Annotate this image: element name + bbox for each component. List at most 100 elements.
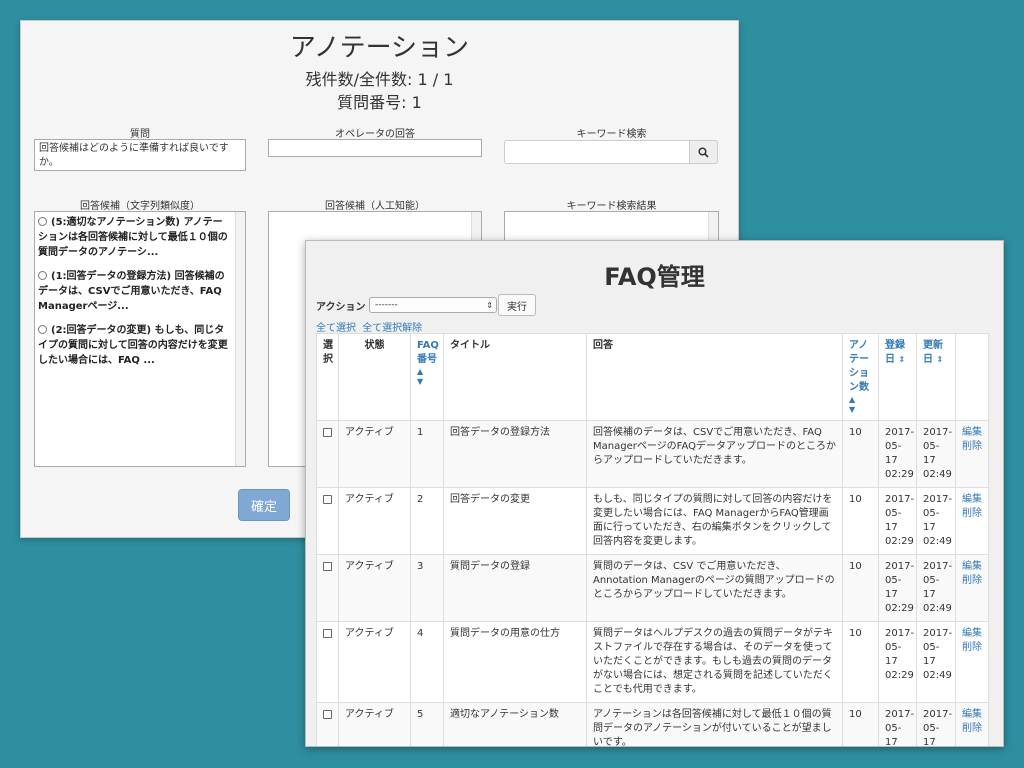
action-selected-value: ------- bbox=[375, 300, 398, 310]
registered-cell: 2017-05-17 02:29 bbox=[878, 554, 917, 622]
answer-cell: アノテーションは各回答候補に対して最低１０個の質問データのアノテーションが付いて… bbox=[586, 702, 843, 746]
table-row: アクティブ 5 適切なアノテーション数 アノテーションは各回答候補に対して最低１… bbox=[316, 702, 989, 746]
updated-cell: 2017-05-17 02:49 bbox=[916, 420, 956, 488]
status-cell: アクティブ bbox=[338, 420, 411, 488]
faq-number-cell: 5 bbox=[410, 702, 444, 746]
confirm-button[interactable]: 確定 bbox=[238, 489, 290, 521]
col-actions bbox=[955, 333, 989, 421]
edit-link[interactable]: 編集 bbox=[962, 560, 982, 574]
status-cell: アクティブ bbox=[338, 702, 411, 746]
radio-button[interactable] bbox=[38, 325, 47, 334]
faq-number-cell: 1 bbox=[410, 420, 444, 488]
candidate-option[interactable]: (2:回答データの変更) もしも、同じタイプの質問に対して回答の内容だけを変更し… bbox=[38, 323, 231, 368]
radio-button[interactable] bbox=[38, 271, 47, 280]
radio-button[interactable] bbox=[38, 217, 47, 226]
answer-cell: 回答候補のデータは、CSVでご用意いただき、FAQ ManagerページのFAQ… bbox=[586, 420, 843, 488]
registered-cell: 2017-05-17 02:29 bbox=[878, 420, 917, 488]
candidate-text: (2:回答データの変更) もしも、同じタイプの質問に対して回答の内容だけを変更し… bbox=[38, 325, 228, 366]
faq-window: FAQ管理 アクション ------- ⇕ 実行 全て選択 全て選択解除 選択 … bbox=[305, 240, 1004, 747]
sort-icon: ⇕ bbox=[936, 355, 944, 364]
search-icon bbox=[698, 146, 709, 158]
status-cell: アクティブ bbox=[338, 621, 411, 703]
table-row: アクティブ 2 回答データの変更 もしも、同じタイプの質問に対して回答の内容だけ… bbox=[316, 487, 989, 555]
table-header: 選択 状態 FAQ番号 ▲ ▼ タイトル 回答 アノテーション数 ▲ ▼ 登録日 ⇕ 更… bbox=[316, 333, 989, 421]
question-number: 質問番号: 1 bbox=[337, 93, 422, 112]
updated-cell: 2017-05-17 02:49 bbox=[916, 554, 956, 622]
col-faq-number[interactable]: FAQ番号 ▲ ▼ bbox=[410, 333, 444, 421]
title-cell: 質問データの用意の仕方 bbox=[443, 621, 587, 703]
status-cell: アクティブ bbox=[338, 487, 411, 555]
count-cell: 10 bbox=[842, 487, 879, 555]
candidate-option[interactable]: (5:適切なアノテーション数) アノテーションは各回答候補に対して最低１０個の質… bbox=[38, 215, 231, 260]
updated-cell: 2017-05-17 02:49 bbox=[916, 487, 956, 555]
col-updated-date[interactable]: 更新日 ⇕ bbox=[916, 333, 956, 421]
faq-number-cell: 4 bbox=[410, 621, 444, 703]
col-annotation-count-label: アノテーション数 bbox=[849, 340, 869, 393]
question-text: 回答候補はどのように準備すれば良いですか。 bbox=[34, 139, 246, 171]
delete-link[interactable]: 削除 bbox=[962, 440, 982, 454]
answer-cell: 質問データはヘルプデスクの過去の質問データがテキストファイルで存在する場合は、そ… bbox=[586, 621, 843, 703]
title-cell: 回答データの登録方法 bbox=[443, 420, 587, 488]
edit-link[interactable]: 編集 bbox=[962, 426, 982, 440]
scrollbar[interactable] bbox=[235, 212, 245, 466]
updown-arrows-icon: ⇕ bbox=[486, 301, 493, 310]
sort-icon: ▲ ▼ bbox=[849, 395, 856, 414]
answer-cell: 質問のデータは、CSV でご用意いただき、Annotation Managerの… bbox=[586, 554, 843, 622]
col-faq-number-label: FAQ番号 bbox=[417, 340, 439, 365]
question-label: 質問 bbox=[130, 129, 150, 140]
table-row: アクティブ 1 回答データの登録方法 回答候補のデータは、CSVでご用意いただき… bbox=[316, 420, 989, 488]
operator-answer-input[interactable] bbox=[268, 139, 482, 157]
candidate-text: (5:適切なアノテーション数) アノテーションは各回答候補に対して最低１０個の質… bbox=[38, 217, 228, 258]
faq-title: FAQ管理 bbox=[604, 263, 705, 291]
edit-link[interactable]: 編集 bbox=[962, 627, 982, 641]
run-button[interactable]: 実行 bbox=[498, 294, 536, 316]
table-row: アクティブ 3 質問データの登録 質問のデータは、CSV でご用意いただき、An… bbox=[316, 554, 989, 622]
row-checkbox[interactable] bbox=[323, 428, 332, 437]
col-title: タイトル bbox=[443, 333, 587, 421]
title-cell: 適切なアノテーション数 bbox=[443, 702, 587, 746]
annotation-title: アノテーション bbox=[289, 33, 470, 63]
candidate-option[interactable]: (1:回答データの登録方法) 回答候補のデータは、CSVでご用意いただき、FAQ… bbox=[38, 269, 231, 314]
col-select: 選択 bbox=[316, 333, 339, 421]
answer-cell: もしも、同じタイプの質問に対して回答の内容だけを変更したい場合には、FAQ Ma… bbox=[586, 487, 843, 555]
col-answer: 回答 bbox=[586, 333, 843, 421]
delete-link[interactable]: 削除 bbox=[962, 574, 982, 588]
candidates-list[interactable]: (5:適切なアノテーション数) アノテーションは各回答候補に対して最低１０個の質… bbox=[34, 211, 246, 467]
col-annotation-count[interactable]: アノテーション数 ▲ ▼ bbox=[842, 333, 879, 421]
action-select[interactable]: ------- ⇕ bbox=[369, 297, 497, 313]
count-cell: 10 bbox=[842, 420, 879, 488]
delete-link[interactable]: 削除 bbox=[962, 722, 982, 736]
remaining-count: 残件数/全件数: 1 / 1 bbox=[305, 70, 454, 89]
faq-number-cell: 3 bbox=[410, 554, 444, 622]
delete-link[interactable]: 削除 bbox=[962, 641, 982, 655]
row-checkbox[interactable] bbox=[323, 562, 332, 571]
keyword-results-label: キーワード検索結果 bbox=[566, 201, 657, 212]
edit-link[interactable]: 編集 bbox=[962, 493, 982, 507]
action-label: アクション bbox=[316, 302, 366, 313]
registered-cell: 2017-05-17 02:29 bbox=[878, 702, 917, 746]
row-checkbox[interactable] bbox=[323, 710, 332, 719]
title-cell: 回答データの変更 bbox=[443, 487, 587, 555]
title-cell: 質問データの登録 bbox=[443, 554, 587, 622]
col-registered-date[interactable]: 登録日 ⇕ bbox=[878, 333, 917, 421]
operator-answer-label: オペレータの回答 bbox=[335, 129, 415, 140]
keyword-search-label: キーワード検索 bbox=[576, 129, 647, 140]
sort-icon: ▲ ▼ bbox=[417, 367, 424, 386]
registered-cell: 2017-05-17 02:29 bbox=[878, 487, 917, 555]
col-status: 状態 bbox=[338, 333, 411, 421]
count-cell: 10 bbox=[842, 621, 879, 703]
search-button[interactable] bbox=[689, 140, 718, 164]
edit-link[interactable]: 編集 bbox=[962, 708, 982, 722]
keyword-search-input[interactable] bbox=[504, 140, 690, 164]
count-cell: 10 bbox=[842, 554, 879, 622]
registered-cell: 2017-05-17 02:29 bbox=[878, 621, 917, 703]
row-checkbox[interactable] bbox=[323, 629, 332, 638]
table-row: アクティブ 4 質問データの用意の仕方 質問データはヘルプデスクの過去の質問デー… bbox=[316, 621, 989, 703]
row-checkbox[interactable] bbox=[323, 495, 332, 504]
candidates-label: 回答候補（文字列類似度） bbox=[80, 201, 200, 212]
updated-cell: 2017-05-17 02:49 bbox=[916, 621, 956, 703]
faq-number-cell: 2 bbox=[410, 487, 444, 555]
delete-link[interactable]: 削除 bbox=[962, 507, 982, 521]
candidate-text: (1:回答データの登録方法) 回答候補のデータは、CSVでご用意いただき、FAQ… bbox=[38, 271, 225, 312]
faq-table: 選択 状態 FAQ番号 ▲ ▼ タイトル 回答 アノテーション数 ▲ ▼ 登録日 ⇕ 更… bbox=[316, 333, 989, 746]
